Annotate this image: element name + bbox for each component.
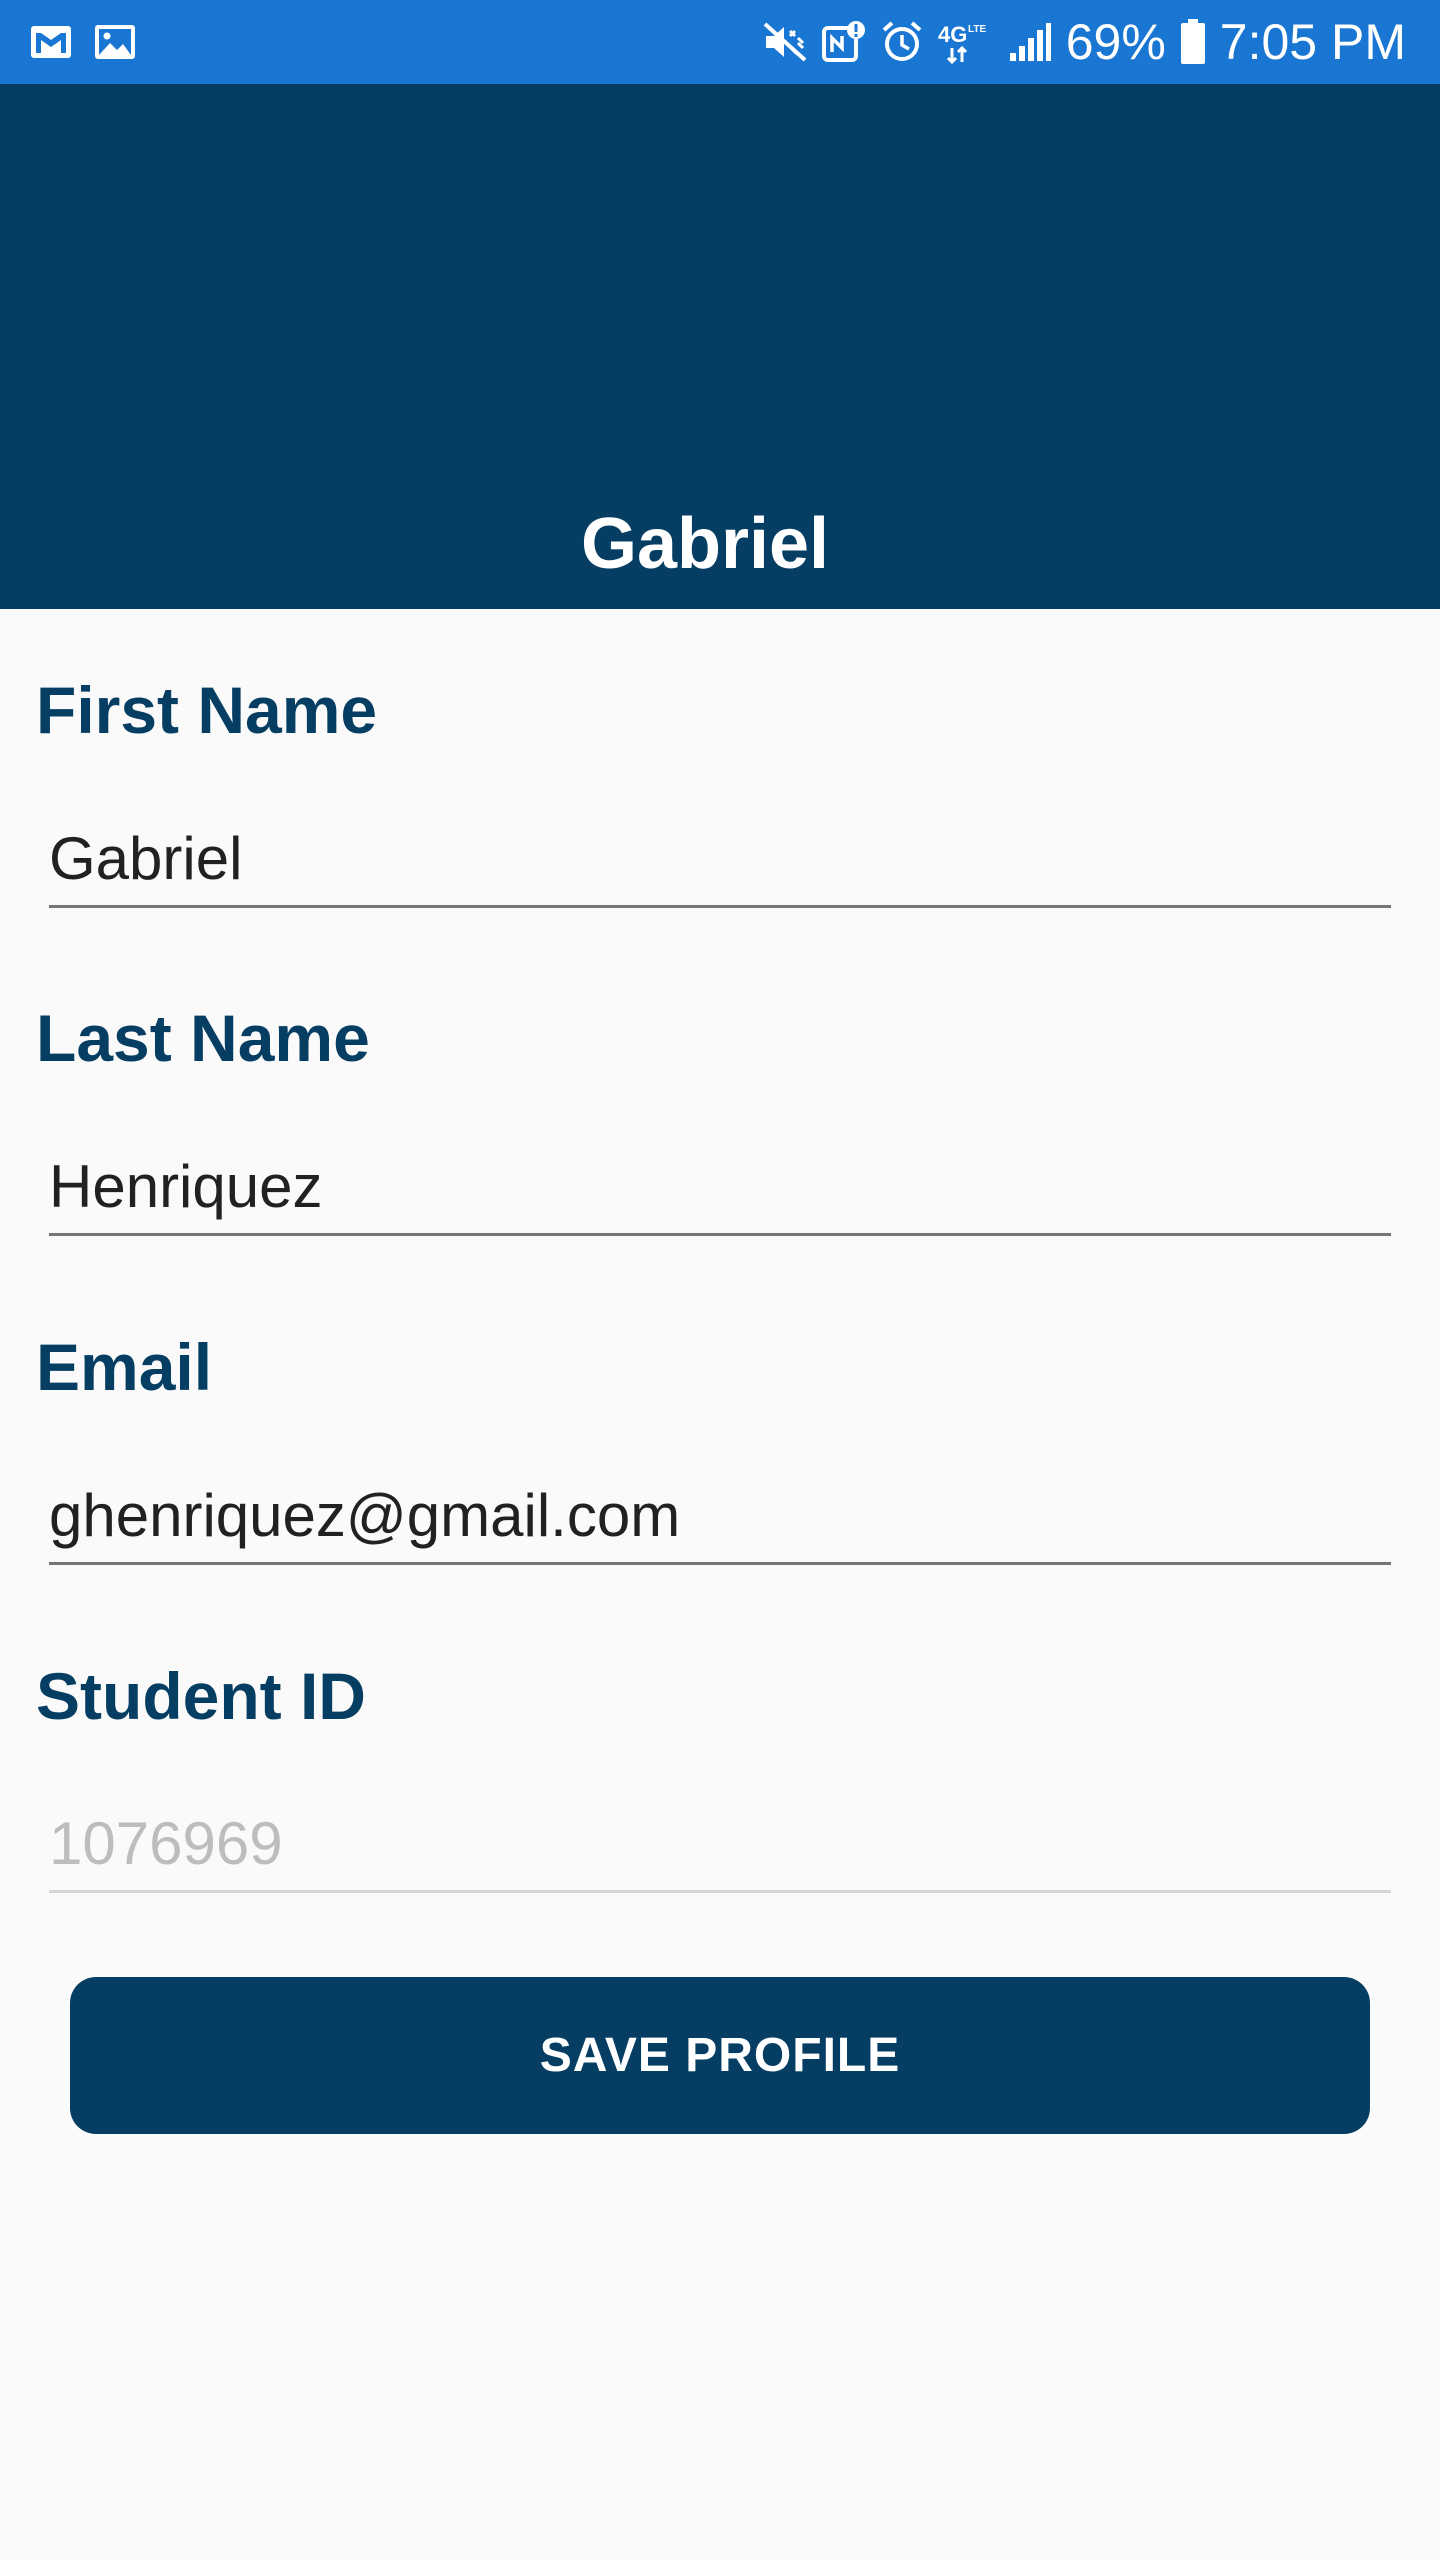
alarm-icon [880, 20, 924, 64]
email-label: Email [36, 1330, 213, 1404]
student-id-field [49, 1803, 1391, 1893]
nfc-icon [821, 20, 866, 64]
profile-name-text: Gabriel [580, 504, 830, 584]
profile-header: Gabriel [0, 84, 1440, 609]
status-bar: 4G LTE 69% 7:05 PM [0, 0, 1440, 84]
last-name-label: Last Name [36, 1001, 370, 1075]
clock: 7:05 PM [1219, 14, 1406, 70]
4g-lte-icon: 4G LTE [938, 20, 994, 64]
student-id-label: Student ID [36, 1659, 366, 1733]
save-profile-button[interactable]: SAVE PROFILE [70, 1977, 1370, 2134]
battery-percent: 69% [1065, 14, 1166, 70]
mute-icon [762, 21, 808, 63]
last-name-field[interactable] [49, 1146, 1391, 1236]
battery-icon [1180, 19, 1206, 65]
svg-text:4G: 4G [938, 22, 967, 47]
email-field[interactable] [49, 1475, 1391, 1565]
first-name-label: First Name [36, 673, 378, 747]
profile-name-heading: Gabriel [0, 503, 1440, 585]
status-bar-system: 4G LTE 69% 7:05 PM [762, 12, 1406, 72]
signal-icon [1008, 21, 1052, 63]
gmail-icon [30, 25, 72, 59]
status-bar-notifications [30, 22, 136, 62]
gallery-icon [94, 24, 136, 60]
svg-text:LTE: LTE [968, 24, 986, 35]
first-name-field[interactable] [49, 818, 1391, 908]
